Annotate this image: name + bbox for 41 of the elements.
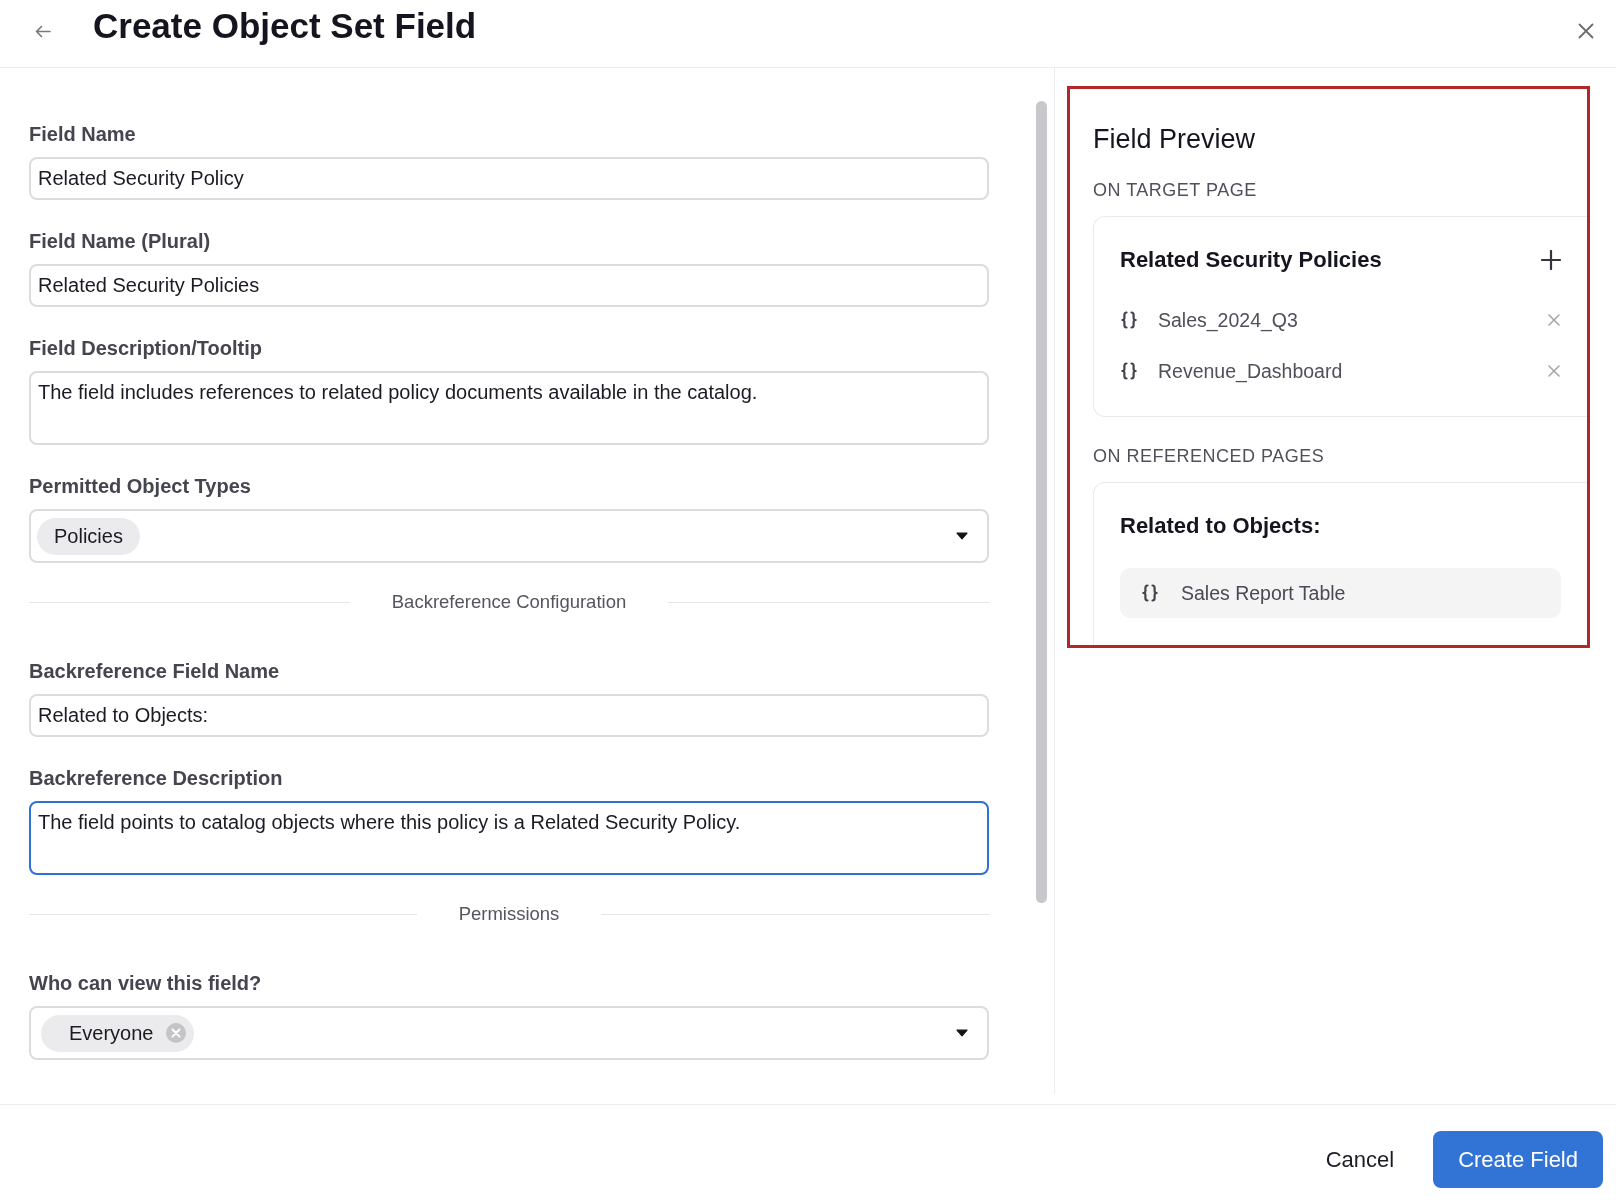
create-button[interactable]: Create Field — [1433, 1131, 1603, 1188]
field-label: Field Name — [29, 122, 137, 146]
text-input[interactable]: Related to Objects: — [29, 694, 989, 737]
card-title: Related Security Policies — [1120, 246, 1382, 274]
section-heading: ON TARGET PAGE — [1093, 179, 1258, 201]
selected-option-chip[interactable]: Policies — [37, 517, 140, 555]
section-divider-label: Permissions — [458, 904, 560, 924]
cross-icon[interactable] — [1548, 314, 1560, 326]
field-label: Backreference Description — [29, 766, 284, 790]
field-label: Who can view this field? — [29, 971, 263, 995]
braces-icon — [1142, 584, 1158, 602]
cross-icon[interactable] — [1548, 365, 1560, 377]
caret-down-icon[interactable] — [956, 532, 968, 540]
close-icon[interactable] — [1578, 23, 1594, 39]
text-input[interactable]: Related Security Policies — [29, 264, 989, 307]
field-label: Field Description/Tooltip — [29, 336, 263, 360]
cancel-button[interactable]: Cancel — [1305, 1131, 1415, 1188]
field-label: Backreference Field Name — [29, 659, 281, 683]
field-label: Permitted Object Types — [29, 474, 252, 498]
plus-icon[interactable] — [1541, 250, 1561, 270]
preview-item: Sales_2024_Q3 — [1158, 308, 1298, 332]
field-label: Field Name (Plural) — [29, 229, 212, 253]
braces-icon — [1121, 362, 1137, 380]
caret-down-icon[interactable] — [956, 1029, 968, 1037]
reference-label: Sales Report Table — [1181, 581, 1346, 605]
select-field[interactable]: Policies — [29, 509, 989, 563]
selected-option-chip[interactable]: Everyone — [41, 1014, 194, 1052]
preview-item: Revenue_Dashboard — [1158, 359, 1343, 383]
card-title: Related to Objects: — [1120, 512, 1321, 540]
text-input[interactable]: Related Security Policy — [29, 157, 989, 200]
preview-title: Field Preview — [1093, 123, 1257, 155]
select-field[interactable]: Everyone — [29, 1006, 989, 1060]
reference-row[interactable]: Sales Report Table — [1120, 568, 1561, 618]
text-area[interactable]: The field includes references to related policy documents available in the catalog. — [29, 371, 989, 445]
text-area[interactable]: The field points to catalog objects where this policy is a Related Security Policy. — [29, 801, 989, 875]
braces-icon — [1121, 311, 1137, 329]
section-heading: ON REFERENCED PAGES — [1093, 445, 1326, 467]
scrollbar-thumb[interactable] — [1036, 101, 1047, 903]
section-divider-label: Backreference Configuration — [391, 592, 627, 612]
dialog-title: Create Object Set Field — [93, 5, 477, 47]
arrow-left-icon[interactable] — [35, 25, 51, 38]
